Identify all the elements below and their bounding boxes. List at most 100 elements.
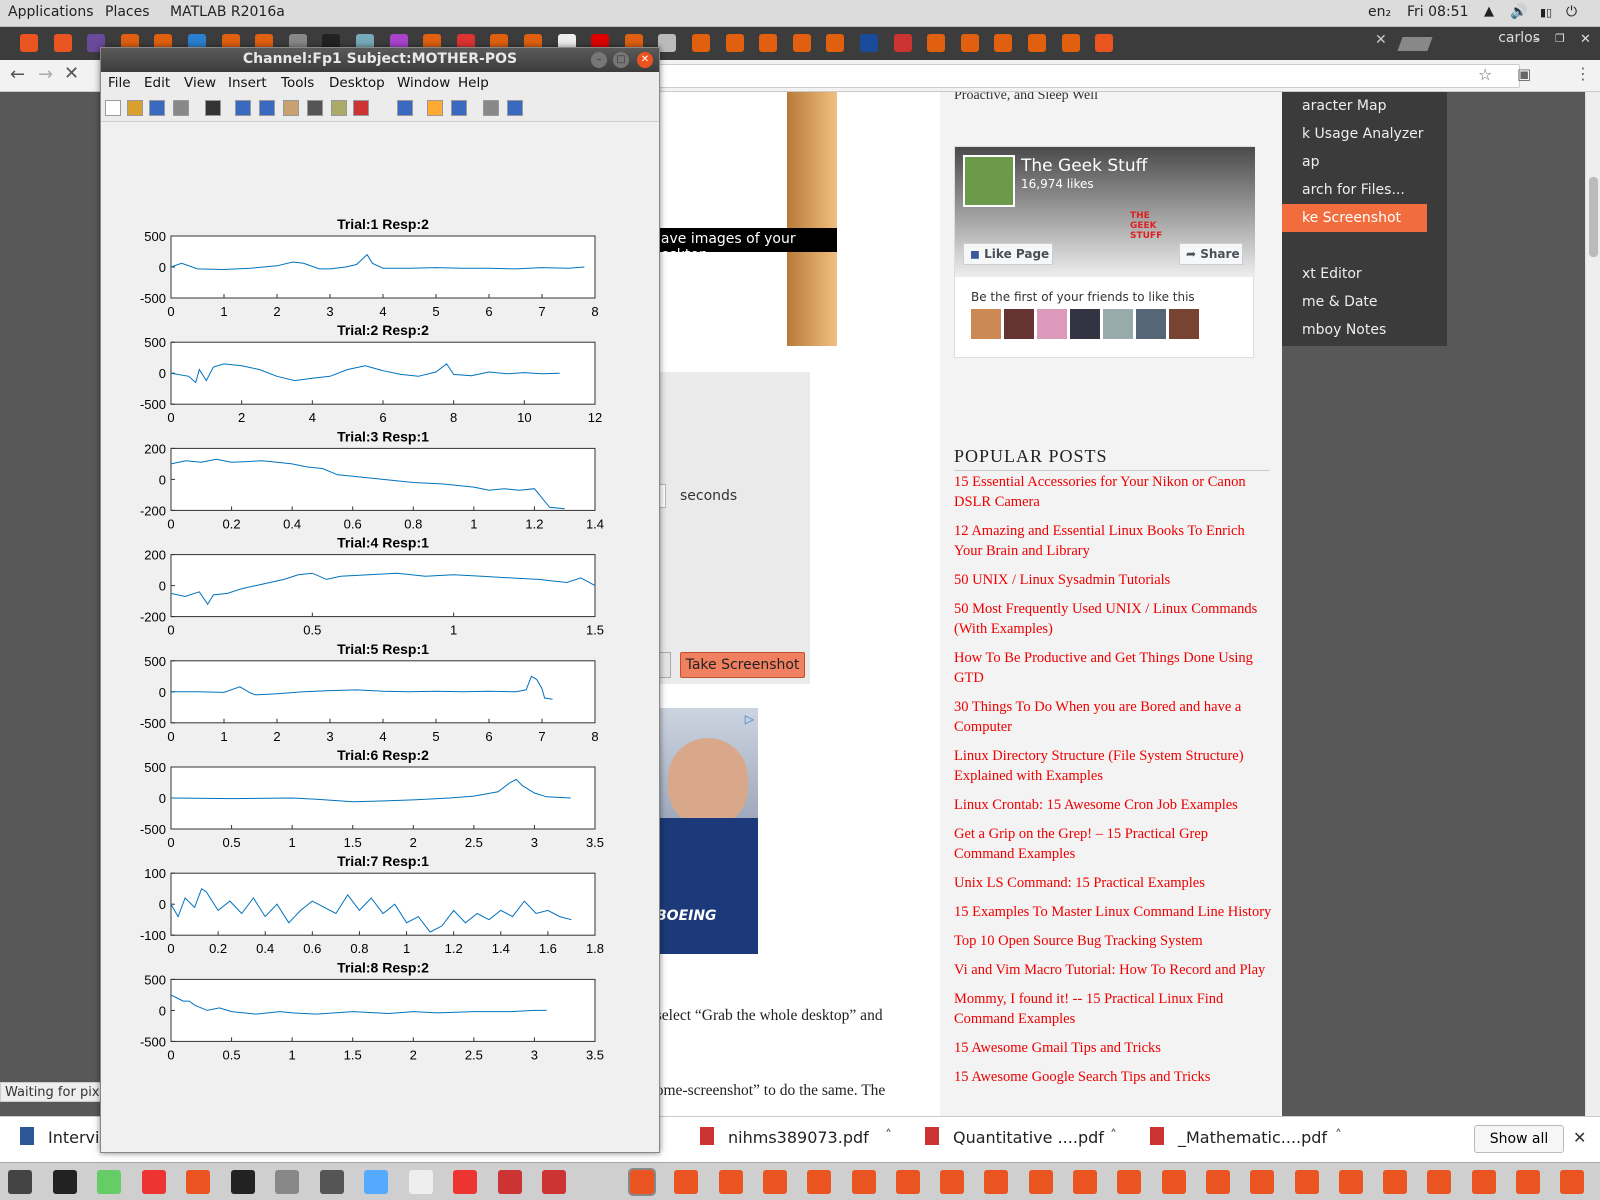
power-icon[interactable]: ⏻	[1566, 4, 1577, 20]
data-cursor-icon[interactable]	[331, 100, 347, 116]
battery-icon[interactable]: ▮▯	[1540, 6, 1552, 19]
clock[interactable]: Fri 08:51	[1407, 4, 1468, 20]
popular-post-link[interactable]: Top 10 Open Source Bug Tracking System	[954, 931, 1272, 951]
taskbar-app-icon[interactable]	[97, 1170, 121, 1194]
show-plot-tools-icon[interactable]	[507, 100, 523, 116]
figure-menu-window[interactable]: Window	[397, 75, 450, 91]
axes-box[interactable]	[170, 235, 596, 299]
figure-menu-file[interactable]: File	[108, 75, 131, 91]
stop-icon[interactable]: ✕	[64, 63, 79, 84]
taskbar-app-icon[interactable]	[230, 1170, 255, 1194]
take-screenshot-button[interactable]: Take Screenshot	[680, 652, 805, 678]
taskbar-matlab-window-icon[interactable]	[1427, 1170, 1452, 1194]
cast-icon[interactable]: ▣	[1517, 65, 1531, 83]
like-page-button[interactable]: ◼ Like Page	[963, 243, 1053, 265]
maximize-figure-icon[interactable]: □	[613, 52, 629, 68]
friend-avatar[interactable]	[971, 309, 1001, 339]
taskbar-matlab-window-icon[interactable]	[1516, 1170, 1540, 1194]
tab-matlab-icon[interactable]	[826, 34, 845, 52]
popular-post-link[interactable]: How To Be Productive and Get Things Done…	[954, 648, 1272, 688]
taskbar-matlab-window-icon[interactable]	[1383, 1170, 1408, 1194]
taskbar-app-icon[interactable]	[8, 1170, 32, 1194]
taskbar-matlab-window-icon[interactable]	[718, 1170, 743, 1194]
friend-avatar[interactable]	[1004, 309, 1034, 339]
axes-box[interactable]	[170, 872, 596, 936]
close-figure-icon[interactable]: ✕	[637, 52, 653, 68]
taskbar-matlab-window-icon[interactable]	[1073, 1170, 1097, 1194]
taskbar-app-icon[interactable]	[275, 1170, 299, 1194]
maximize-icon[interactable]: ❐	[1555, 32, 1565, 45]
pan-icon[interactable]	[283, 100, 299, 116]
app-menu-item[interactable]: aracter Map	[1280, 92, 1447, 120]
minimize-figure-icon[interactable]: –	[591, 52, 607, 68]
new-figure-icon[interactable]	[105, 100, 121, 116]
taskbar-matlab-window-icon[interactable]	[1117, 1170, 1142, 1194]
active-app-label[interactable]: MATLAB R2016a	[170, 4, 285, 20]
download-item[interactable]: Quantitative ....pdf	[953, 1128, 1104, 1147]
tab-peace-icon[interactable]	[658, 34, 677, 52]
volume-icon[interactable]: 🔊	[1510, 4, 1527, 20]
tab-ask-icon[interactable]	[1095, 34, 1114, 52]
figure-menu-desktop[interactable]: Desktop	[329, 75, 385, 91]
taskbar-matlab-window-icon[interactable]	[1250, 1170, 1275, 1194]
friend-avatar[interactable]	[1103, 309, 1133, 339]
figure-menu-view[interactable]: View	[184, 75, 216, 91]
rotate-icon[interactable]	[307, 100, 323, 116]
taskbar-app-icon[interactable]	[497, 1170, 522, 1194]
popular-post-link[interactable]: Vi and Vim Macro Tutorial: How To Record…	[954, 960, 1272, 980]
app-menu-item[interactable]: ke Screenshot	[1280, 204, 1427, 232]
popular-post-link[interactable]: 15 Essential Accessories for Your Nikon …	[954, 472, 1272, 512]
axes-box[interactable]	[170, 660, 596, 724]
page-avatar[interactable]	[963, 155, 1015, 207]
tab-matlab-icon[interactable]	[725, 34, 744, 52]
tab-matlab-icon[interactable]	[994, 34, 1013, 52]
zoom-in-icon[interactable]	[235, 100, 251, 116]
friend-avatar[interactable]	[1136, 309, 1166, 339]
tab-matlab-icon[interactable]	[792, 34, 811, 52]
app-menu-item[interactable]: me & Date	[1280, 288, 1447, 316]
axes-box[interactable]	[170, 766, 596, 830]
print-icon[interactable]	[173, 100, 189, 116]
chrome-menu-icon[interactable]: ⋮	[1575, 64, 1591, 83]
link-plot-icon[interactable]	[397, 100, 413, 116]
taskbar-matlab-window-icon[interactable]	[807, 1170, 832, 1194]
popular-post-link[interactable]: Linux Crontab: 15 Awesome Cron Job Examp…	[954, 795, 1272, 815]
keyboard-layout-indicator[interactable]: en₂	[1368, 4, 1391, 20]
taskbar-app-icon[interactable]	[542, 1170, 566, 1194]
colorbar-icon[interactable]	[427, 100, 443, 116]
friend-avatar[interactable]	[1070, 309, 1100, 339]
tab-matlab-icon[interactable]	[759, 34, 778, 52]
tab-matlab-icon[interactable]	[692, 34, 710, 52]
taskbar-matlab-window-icon[interactable]	[1028, 1170, 1053, 1194]
tab-sheet-icon[interactable]	[893, 34, 912, 52]
taskbar-matlab-window-icon[interactable]	[1471, 1170, 1496, 1194]
taskbar-app-icon[interactable]	[186, 1170, 210, 1194]
figure-menu-insert[interactable]: Insert	[228, 75, 267, 91]
taskbar-matlab-window-icon[interactable]	[851, 1170, 876, 1194]
tab-matlab-icon[interactable]	[1061, 34, 1080, 52]
taskbar-matlab-window-icon[interactable]	[1294, 1170, 1319, 1194]
taskbar-matlab-window-icon[interactable]	[1205, 1170, 1230, 1194]
open-icon[interactable]	[127, 100, 143, 116]
taskbar-matlab-window-icon[interactable]	[984, 1170, 1009, 1194]
close-downloads-icon[interactable]: ✕	[1573, 1128, 1586, 1147]
taskbar-matlab-window-icon[interactable]	[1161, 1170, 1186, 1194]
tab-bold-b-icon[interactable]	[860, 34, 878, 52]
tab-matlab-icon[interactable]	[1028, 34, 1046, 52]
taskbar-matlab-window-icon[interactable]	[1560, 1170, 1585, 1194]
pointer-icon[interactable]	[205, 100, 221, 116]
forward-icon[interactable]: →	[38, 64, 53, 85]
taskbar-matlab-window-icon[interactable]	[762, 1170, 787, 1194]
scrollbar-thumb[interactable]	[1589, 177, 1598, 257]
taskbar-matlab-window-icon[interactable]	[895, 1170, 920, 1194]
adchoices-icon[interactable]: ▷	[745, 712, 754, 726]
bookmark-star-icon[interactable]: ☆	[1478, 65, 1492, 84]
popular-post-link[interactable]: Linux Directory Structure (File System S…	[954, 746, 1272, 786]
popular-post-link[interactable]: 50 Most Frequently Used UNIX / Linux Com…	[954, 599, 1272, 639]
taskbar-app-icon[interactable]	[364, 1170, 388, 1194]
popular-post-link[interactable]: Get a Grip on the Grep! – 15 Practical G…	[954, 824, 1272, 864]
app-menu-item[interactable]: ap	[1280, 148, 1447, 176]
taskbar-app-icon[interactable]	[408, 1170, 433, 1194]
wifi-icon[interactable]: ▲	[1484, 4, 1494, 19]
popular-post-link[interactable]: 15 Awesome Gmail Tips and Tricks	[954, 1038, 1272, 1058]
